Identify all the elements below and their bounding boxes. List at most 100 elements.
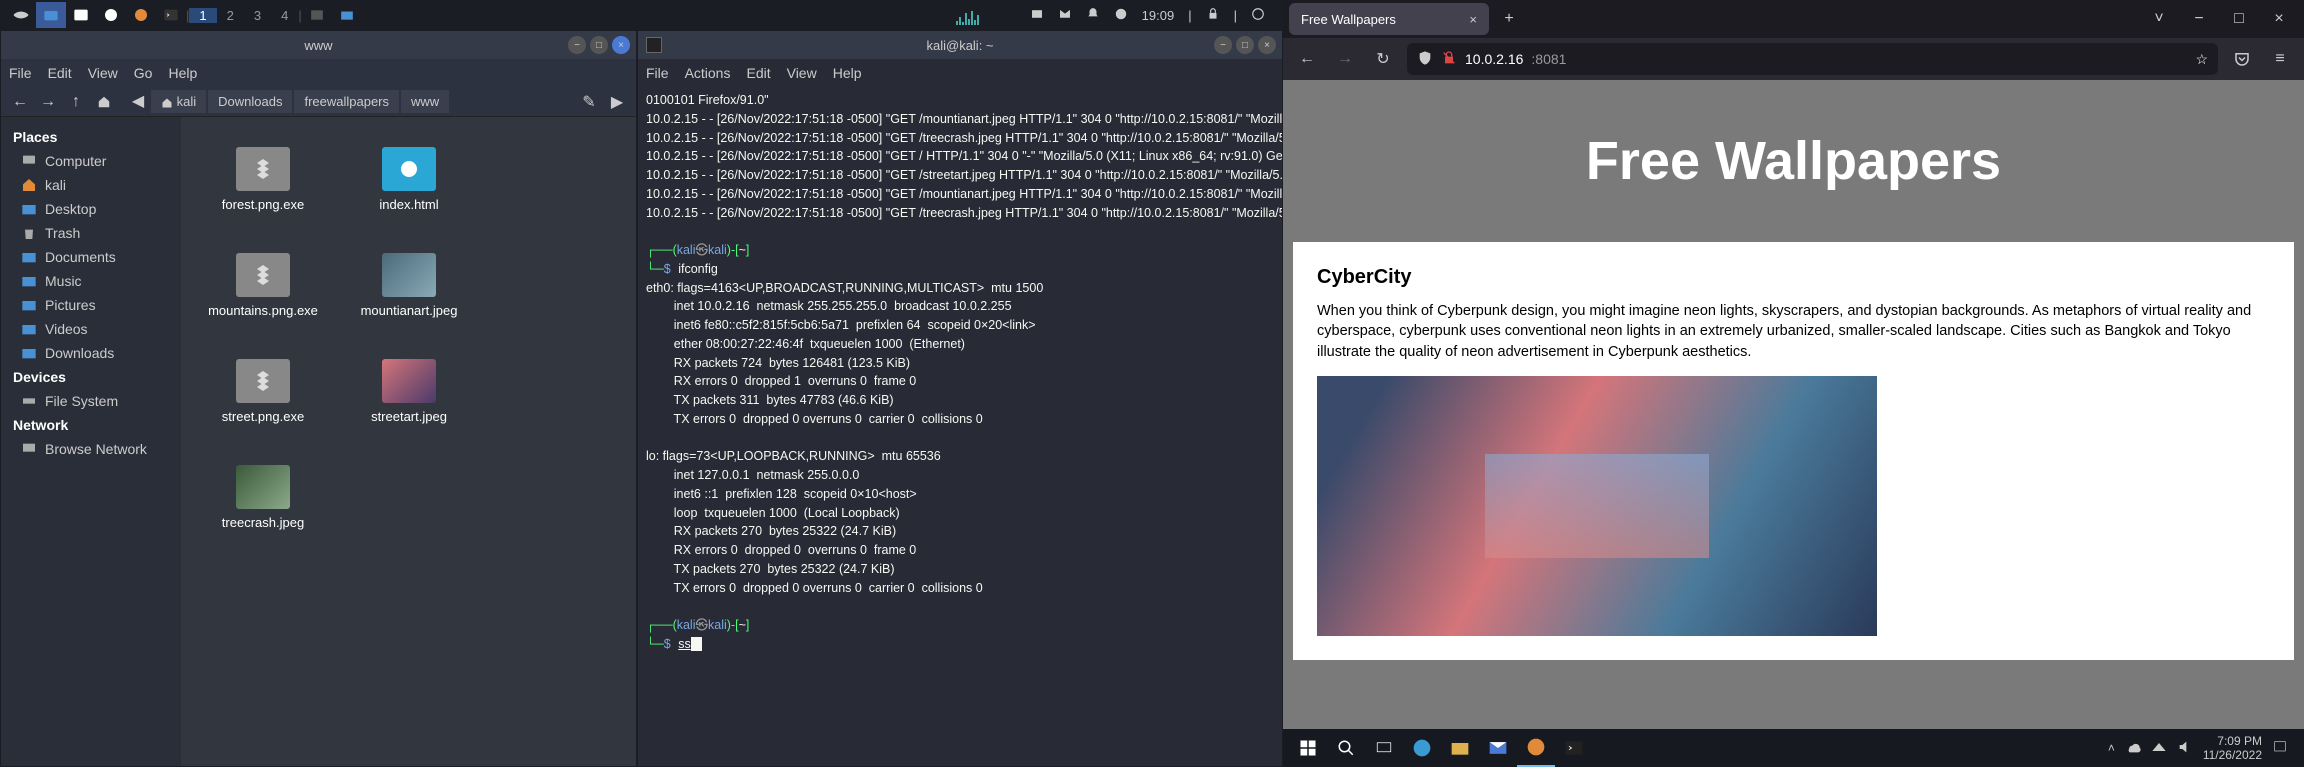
browser-pocket-icon[interactable] xyxy=(2228,45,2256,73)
workspace-4[interactable]: 4 xyxy=(271,8,298,23)
taskbar-app-terminal[interactable] xyxy=(156,2,186,28)
browser-back-button[interactable]: ← xyxy=(1293,45,1321,73)
fm-place-kali[interactable]: kali xyxy=(1,173,181,197)
tab-close-button[interactable]: × xyxy=(1469,12,1477,27)
fm-place-computer[interactable]: Computer xyxy=(1,149,181,173)
term-minimize-button[interactable]: − xyxy=(1214,36,1232,54)
fm-place-documents[interactable]: Documents xyxy=(1,245,181,269)
fm-file-index[interactable]: index.html xyxy=(339,129,479,229)
fm-place-videos[interactable]: Videos xyxy=(1,317,181,341)
fm-content[interactable]: forest.png.exe index.html mountains.png.… xyxy=(181,117,636,766)
term-menu-view[interactable]: View xyxy=(787,65,817,81)
fm-place-downloads[interactable]: Downloads xyxy=(1,341,181,365)
taskbar-app-terminal-win[interactable] xyxy=(1555,729,1593,767)
term-menu-file[interactable]: File xyxy=(646,65,669,81)
shield-icon[interactable] xyxy=(1417,50,1433,69)
browser-tab-active[interactable]: Free Wallpapers × xyxy=(1289,3,1489,35)
taskbar-app-mail[interactable] xyxy=(1479,729,1517,767)
taskbar-app-running-2[interactable] xyxy=(332,2,362,28)
fm-place-trash[interactable]: Trash xyxy=(1,221,181,245)
taskbar-logout-icon[interactable] xyxy=(1251,7,1265,24)
term-menu-edit[interactable]: Edit xyxy=(746,65,770,81)
term-titlebar[interactable]: kali@kali: ~ − □ × xyxy=(638,31,1282,59)
fm-path-home[interactable]: kali xyxy=(151,90,206,113)
browser-forward-button[interactable]: → xyxy=(1331,45,1359,73)
tray-onedrive-icon[interactable] xyxy=(2125,739,2141,758)
browser-menu-button[interactable]: ≡ xyxy=(2266,45,2294,73)
taskbar-notifications-icon[interactable] xyxy=(1086,7,1100,24)
fm-back-button[interactable]: ← xyxy=(9,91,31,113)
fm-menu-file[interactable]: File xyxy=(9,65,32,81)
fm-path-downloads[interactable]: Downloads xyxy=(208,90,292,113)
fm-place-music[interactable]: Music xyxy=(1,269,181,293)
fm-up-button[interactable]: ↑ xyxy=(65,91,87,113)
tray-clock[interactable]: 7:09 PM 11/26/2022 xyxy=(2203,734,2262,763)
tray-network-icon[interactable] xyxy=(2151,739,2167,758)
new-tab-button[interactable]: + xyxy=(1495,5,1523,33)
taskbar-app-edge[interactable] xyxy=(1403,729,1441,767)
fm-menu-help[interactable]: Help xyxy=(168,65,197,81)
fm-file-treecrash[interactable]: treecrash.jpeg xyxy=(193,447,333,547)
fm-maximize-button[interactable]: □ xyxy=(590,36,608,54)
kali-menu-icon[interactable] xyxy=(6,2,36,28)
task-view-button[interactable] xyxy=(1365,729,1403,767)
fm-device-filesystem[interactable]: File System xyxy=(1,389,181,413)
term-menu-help[interactable]: Help xyxy=(833,65,862,81)
taskbar-app-running-1[interactable] xyxy=(302,2,332,28)
fm-home-button[interactable] xyxy=(93,91,115,113)
taskbar-clock[interactable]: 19:09 xyxy=(1142,8,1175,23)
tray-notifications-icon[interactable] xyxy=(2272,739,2288,758)
taskbar-app-firefox-win[interactable] xyxy=(1517,729,1555,767)
taskbar-power-icon[interactable] xyxy=(1114,7,1128,24)
cybercity-image[interactable] xyxy=(1317,376,1877,636)
fm-edit-path-button[interactable]: ✎ xyxy=(578,91,600,113)
browser-content[interactable]: Free Wallpapers CyberCity When you think… xyxy=(1283,80,2304,729)
term-menu-actions[interactable]: Actions xyxy=(685,65,731,81)
fm-path-back[interactable]: ◀ xyxy=(127,90,149,112)
taskbar-app-browser[interactable] xyxy=(96,2,126,28)
taskbar-screenshot-icon[interactable] xyxy=(1030,7,1044,24)
taskbar-app-firefox[interactable] xyxy=(126,2,156,28)
fm-file-streetart[interactable]: streetart.jpeg xyxy=(339,341,479,441)
tray-chevron-icon[interactable]: ˄ xyxy=(2108,741,2115,755)
taskbar-network-icon[interactable] xyxy=(1058,7,1072,24)
browser-close-button[interactable]: × xyxy=(2260,3,2298,35)
start-button[interactable] xyxy=(1289,729,1327,767)
workspace-2[interactable]: 2 xyxy=(217,8,244,23)
browser-url-bar[interactable]: 10.0.2.16:8081 ☆ xyxy=(1407,43,2218,75)
browser-dropdown-icon[interactable]: ˅ xyxy=(2140,3,2178,35)
taskbar-app-explorer[interactable] xyxy=(1441,729,1479,767)
browser-reload-button[interactable]: ↻ xyxy=(1369,45,1397,73)
term-output[interactable]: 0100101 Firefox/91.0" 10.0.2.15 - - [26/… xyxy=(638,87,1282,658)
fm-menu-go[interactable]: Go xyxy=(134,65,153,81)
fm-file-mountains[interactable]: mountains.png.exe xyxy=(193,235,333,335)
taskbar-app-filemanager[interactable] xyxy=(36,2,66,28)
tray-volume-icon[interactable] xyxy=(2177,739,2193,758)
fm-network-browse[interactable]: Browse Network xyxy=(1,437,181,461)
term-close-button[interactable]: × xyxy=(1258,36,1276,54)
browser-minimize-button[interactable]: − xyxy=(2180,3,2218,35)
fm-path-freewallpapers[interactable]: freewallpapers xyxy=(294,90,399,113)
fm-file-street[interactable]: street.png.exe xyxy=(193,341,333,441)
fm-path-www[interactable]: www xyxy=(401,90,449,113)
workspace-1[interactable]: 1 xyxy=(189,8,216,23)
bookmark-icon[interactable]: ☆ xyxy=(2195,51,2208,68)
search-button[interactable] xyxy=(1327,729,1365,767)
fm-file-mountianart[interactable]: mountianart.jpeg xyxy=(339,235,479,335)
fm-menu-view[interactable]: View xyxy=(88,65,118,81)
taskbar-app-filemanager-2[interactable] xyxy=(66,2,96,28)
term-maximize-button[interactable]: □ xyxy=(1236,36,1254,54)
fm-close-button[interactable]: × xyxy=(612,36,630,54)
fm-titlebar[interactable]: www − □ × xyxy=(1,31,636,59)
browser-maximize-button[interactable]: □ xyxy=(2220,3,2258,35)
workspace-3[interactable]: 3 xyxy=(244,8,271,23)
fm-menu-edit[interactable]: Edit xyxy=(48,65,72,81)
fm-minimize-button[interactable]: − xyxy=(568,36,586,54)
fm-place-desktop[interactable]: Desktop xyxy=(1,197,181,221)
fm-place-pictures[interactable]: Pictures xyxy=(1,293,181,317)
fm-file-forest[interactable]: forest.png.exe xyxy=(193,129,333,229)
taskbar-lock-icon[interactable] xyxy=(1206,7,1220,24)
lock-insecure-icon[interactable] xyxy=(1441,50,1457,69)
fm-path-forward[interactable]: ▶ xyxy=(606,91,628,113)
fm-forward-button[interactable]: → xyxy=(37,91,59,113)
